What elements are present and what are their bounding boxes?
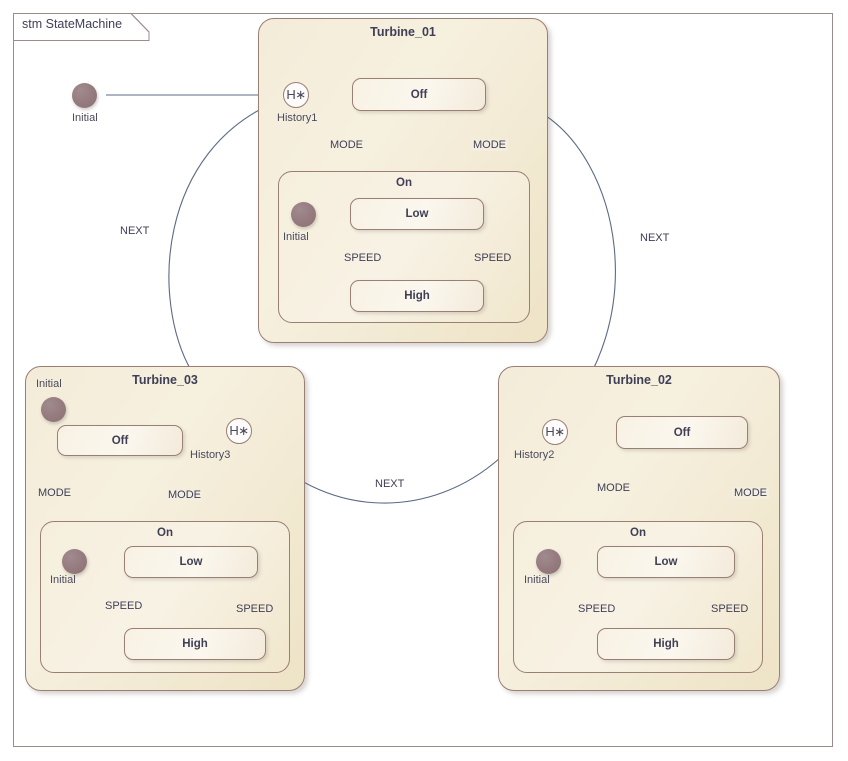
state-low-turbine-02[interactable]: Low [597,546,735,578]
frame-title: stm StateMachine [22,17,123,31]
initial-node-on-01-label: Initial [283,231,309,243]
transition-label-speed-up-02: SPEED [711,603,749,615]
state-low-turbine-03[interactable]: Low [124,546,258,578]
state-label: High [182,638,208,650]
initial-node-on-02-label: Initial [524,574,550,586]
state-off-turbine-01[interactable]: Off [352,78,486,111]
state-off-turbine-03[interactable]: Off [57,425,183,456]
history-glyph: H∗ [229,423,249,438]
composite-title-turbine-03: Turbine_03 [132,373,198,387]
initial-node-03-label: Initial [36,378,62,390]
transition-label-speed-down-02: SPEED [578,603,616,615]
initial-node-top[interactable] [72,83,97,108]
history-glyph: H∗ [286,87,306,102]
transition-label-mode-up-02: MODE [732,487,769,499]
state-label: Off [111,434,129,447]
region-title: On [396,177,412,189]
transition-label-mode-down-01: MODE [330,139,363,151]
initial-node-03[interactable] [41,397,66,422]
history-node-history3-label: History3 [190,449,231,461]
composite-title-turbine-02: Turbine_02 [606,373,672,387]
initial-node-on-03[interactable] [62,549,87,574]
state-label: Off [410,88,428,101]
transition-label-speed-down-01: SPEED [344,252,382,264]
initial-node-top-label: Initial [72,112,98,124]
state-label: Off [673,426,691,439]
state-label: Low [654,556,678,568]
state-high-turbine-01[interactable]: High [350,280,484,312]
transition-label-speed-up-03: SPEED [236,603,274,615]
history-node-history3[interactable]: H∗ [226,418,252,444]
initial-node-on-01[interactable] [291,202,316,227]
transition-label-speed-up-01: SPEED [474,252,512,264]
state-high-turbine-02[interactable]: High [597,628,735,660]
history-node-history1-label: History1 [277,112,318,124]
history-glyph: H∗ [545,424,565,439]
state-label: Low [405,208,429,220]
transition-label-mode-up-01: MODE [471,139,508,151]
region-title: On [157,527,173,539]
region-title: On [630,527,646,539]
transition-label-next-left: NEXT [120,225,150,237]
transition-label-mode-down-03: MODE [38,487,71,499]
state-off-turbine-02[interactable]: Off [616,416,748,449]
history-node-history1[interactable]: H∗ [283,82,309,108]
transition-label-next-right: NEXT [640,232,670,244]
state-label: High [404,290,430,302]
transition-label-mode-up-03: MODE [166,489,203,501]
composite-title-turbine-01: Turbine_01 [370,25,436,39]
initial-node-on-02[interactable] [536,549,561,574]
initial-node-on-03-label: Initial [50,574,76,586]
transition-label-mode-down-02: MODE [597,482,630,494]
transition-label-next-bottom: NEXT [375,478,405,490]
state-label: High [653,638,679,650]
history-node-history2[interactable]: H∗ [542,419,568,445]
state-high-turbine-03[interactable]: High [124,628,266,660]
transition-label-speed-down-03: SPEED [105,600,143,612]
state-low-turbine-01[interactable]: Low [350,198,484,230]
history-node-history2-label: History2 [514,449,555,461]
state-label: Low [179,556,203,568]
